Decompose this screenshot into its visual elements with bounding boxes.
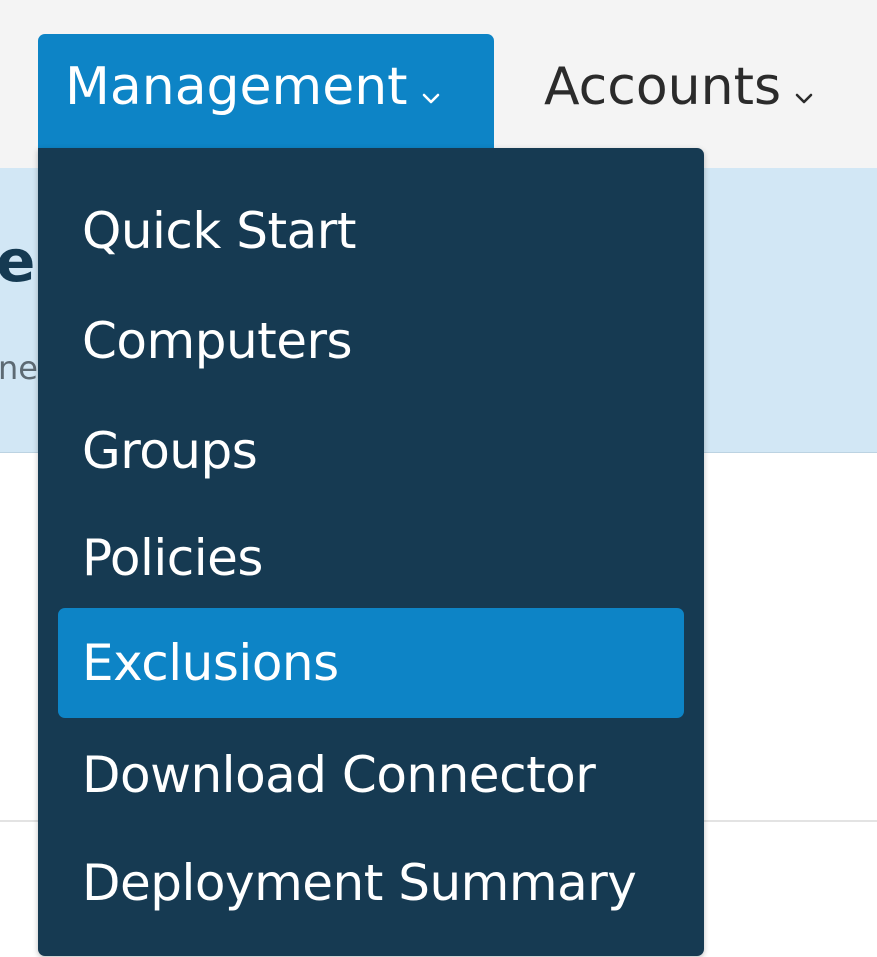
chevron-down-icon xyxy=(795,57,813,119)
menu-item-quick-start[interactable]: Quick Start xyxy=(58,176,684,286)
nav-menu-management-label: Management xyxy=(65,57,408,117)
chevron-down-icon xyxy=(422,57,440,119)
nav-menu-accounts[interactable]: Accounts xyxy=(544,56,813,118)
menu-item-groups[interactable]: Groups xyxy=(58,396,684,506)
top-navbar: Management Accounts xyxy=(0,0,877,168)
menu-item-computers[interactable]: Computers xyxy=(58,286,684,396)
menu-item-exclusions[interactable]: Exclusions xyxy=(58,608,684,718)
nav-menu-accounts-label: Accounts xyxy=(544,57,782,117)
page-subtitle: ne xyxy=(0,349,38,387)
menu-item-download-connector[interactable]: Download Connector xyxy=(58,720,684,830)
menu-item-deployment-summary[interactable]: Deployment Summary xyxy=(58,828,684,938)
nav-menu-management[interactable]: Management xyxy=(38,34,494,158)
management-dropdown-menu: Quick Start Computers Groups Policies Ex… xyxy=(38,148,704,956)
page-title: e xyxy=(0,226,35,296)
menu-item-policies[interactable]: Policies xyxy=(58,503,684,613)
app-screen: Management Accounts e ne Quick Start Com… xyxy=(0,0,877,957)
